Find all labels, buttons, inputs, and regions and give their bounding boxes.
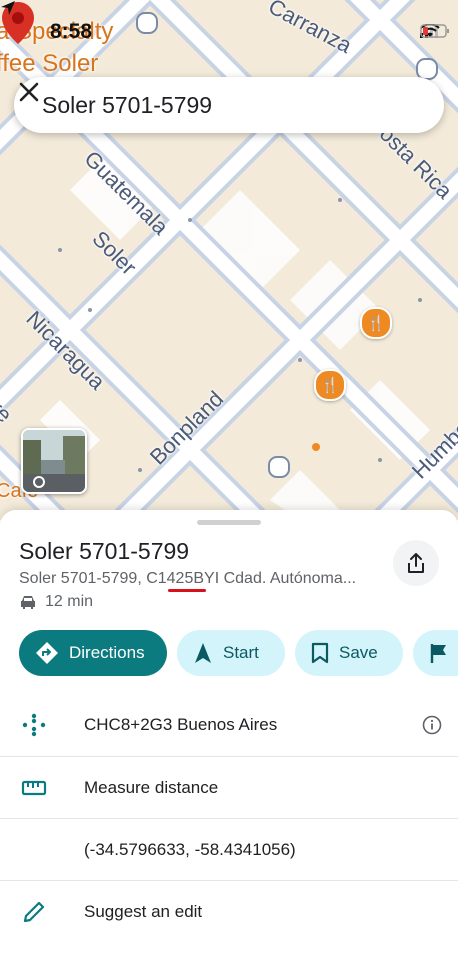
battery-icon bbox=[420, 24, 449, 38]
measure-distance-text: Measure distance bbox=[84, 778, 219, 797]
plus-code-row[interactable]: CHC8+2G3 Buenos Aires bbox=[0, 694, 458, 756]
place-details-sheet[interactable]: Soler 5701-5799 Soler 5701-5799, C1425BY… bbox=[0, 510, 458, 954]
plus-code-text: CHC8+2G3 Buenos Aires bbox=[84, 715, 278, 734]
flag-icon bbox=[430, 644, 446, 663]
label-button[interactable] bbox=[413, 630, 458, 676]
directions-button[interactable]: Directions bbox=[19, 630, 167, 676]
place-title: Soler 5701-5799 bbox=[19, 538, 190, 564]
share-icon bbox=[408, 553, 424, 573]
save-label: Save bbox=[339, 643, 378, 662]
car-icon bbox=[21, 596, 35, 609]
suggest-edit-text: Suggest an edit bbox=[84, 902, 203, 921]
postal-code-underline bbox=[168, 589, 206, 592]
directions-label: Directions bbox=[69, 643, 145, 662]
drive-time-label: 12 min bbox=[45, 593, 94, 610]
status-bar: 8:58 bbox=[0, 0, 458, 60]
place-address: Soler 5701-5799, C1425BYI Cdad. Autónoma… bbox=[19, 570, 357, 587]
pencil-icon bbox=[23, 901, 45, 923]
restaurant-icon[interactable]: 🍴 bbox=[360, 307, 392, 339]
coordinates-text: (-34.5796633, -58.4341056) bbox=[84, 840, 296, 859]
plus-code-icon bbox=[22, 713, 46, 737]
bookmark-icon bbox=[311, 642, 329, 664]
search-bar[interactable]: Soler 5701-5799 bbox=[14, 77, 444, 133]
ruler-icon bbox=[21, 780, 47, 796]
search-query[interactable]: Soler 5701-5799 bbox=[42, 92, 212, 119]
start-button[interactable]: Start bbox=[177, 630, 285, 676]
sheet-drag-handle[interactable] bbox=[197, 520, 261, 525]
suggest-edit-row[interactable]: Suggest an edit bbox=[0, 880, 458, 943]
street-view-image bbox=[23, 430, 85, 492]
navigation-arrow-icon bbox=[195, 643, 211, 663]
map-view[interactable]: a Specialty ffee Soler Guatemala Soler N… bbox=[0, 0, 458, 520]
restaurant-icon[interactable]: 🍴 bbox=[314, 369, 346, 401]
status-time: 8:58 bbox=[50, 20, 93, 43]
action-buttons: Directions Start Save bbox=[19, 630, 458, 676]
directions-icon bbox=[36, 642, 58, 664]
info-icon[interactable] bbox=[422, 715, 442, 735]
measure-distance-row[interactable]: Measure distance bbox=[0, 756, 458, 819]
start-label: Start bbox=[223, 643, 259, 662]
share-button[interactable] bbox=[393, 540, 439, 586]
bus-stop-icon[interactable] bbox=[268, 456, 290, 478]
street-view-thumbnail[interactable] bbox=[21, 428, 87, 494]
save-button[interactable]: Save bbox=[295, 630, 403, 676]
close-icon[interactable] bbox=[14, 77, 44, 107]
location-arrow-icon bbox=[1, 1, 15, 15]
coordinates-row[interactable]: (-34.5796633, -58.4341056) bbox=[0, 818, 458, 881]
drive-time: 12 min bbox=[19, 593, 93, 611]
